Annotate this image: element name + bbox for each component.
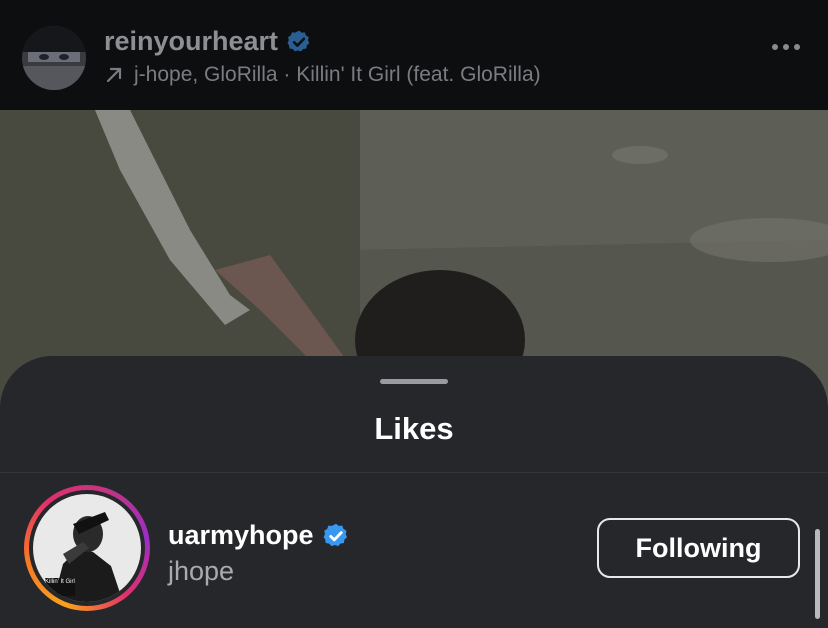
sheet-grabber-handle[interactable] (380, 379, 448, 384)
list-item[interactable]: Killin' It Girl uarmyhope jhope Followin… (0, 473, 828, 628)
post-username-text: reinyourheart (104, 26, 279, 56)
post-music-text: j-hope, GloRilla · Killin' It Girl (feat… (134, 63, 541, 86)
more-options-icon[interactable] (772, 44, 800, 50)
avatar-caption: Killin' It Girl (45, 579, 75, 585)
avatar-image (22, 26, 86, 90)
post-author-username[interactable]: reinyourheart (104, 26, 312, 57)
verified-badge-icon (323, 523, 347, 546)
liker-full-name: jhope (168, 556, 235, 586)
scrollbar[interactable] (815, 529, 820, 619)
liker-username-text: uarmyhope (168, 520, 314, 550)
post-header: reinyourheart j-hope, GloRilla · Killin'… (0, 0, 828, 110)
verified-badge-icon (287, 30, 310, 51)
following-button[interactable]: Following (597, 518, 800, 578)
sheet-title: Likes (374, 411, 454, 446)
story-ring[interactable]: Killin' It Girl (24, 485, 150, 611)
arrow-up-right-icon (106, 67, 122, 83)
likes-sheet: Likes Killin' It Girl uarmyhope jhope Fo… (0, 356, 828, 628)
post-author-avatar[interactable] (22, 26, 86, 90)
liker-username[interactable]: uarmyhope (168, 520, 350, 551)
avatar: Killin' It Girl (33, 494, 141, 602)
post-music-link[interactable]: j-hope, GloRilla · Killin' It Girl (feat… (104, 63, 541, 87)
